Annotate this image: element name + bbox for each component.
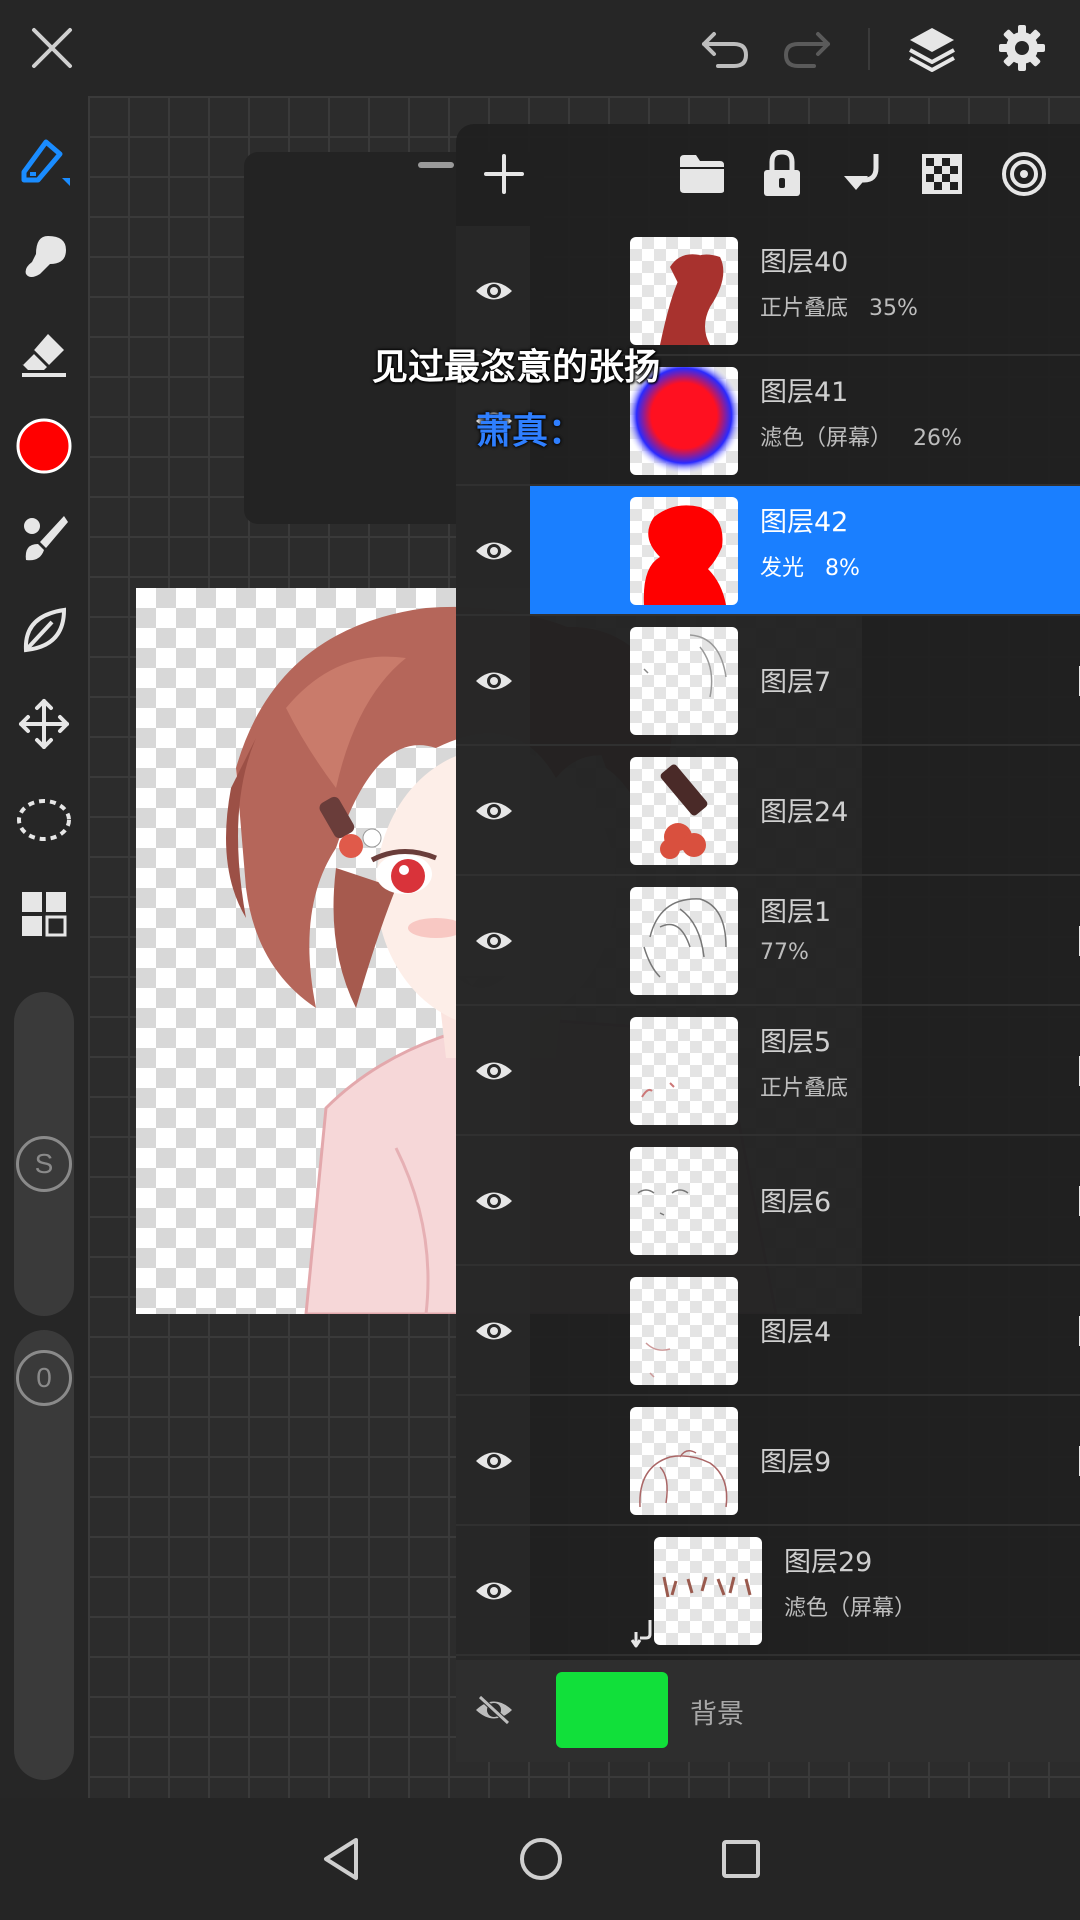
folder-icon[interactable] [674,146,730,202]
layer-blend-mode: 正片叠底 35% [760,296,918,321]
merge-down-icon[interactable] [834,146,890,202]
layer-body[interactable]: 图层29 滤色（屏幕） [530,1526,1080,1654]
layer-row-clipped[interactable]: 图层29 滤色（屏幕） [456,1526,1080,1656]
layer-row[interactable]: 图层24 [456,746,1080,876]
eye-hidden-icon[interactable] [466,1682,522,1738]
eye-icon[interactable] [466,1173,522,1229]
layer-row[interactable]: 图层1 77% [456,876,1080,1006]
eye-icon[interactable] [466,1303,522,1359]
layer-blend-mode: 滤色（屏幕） 26% [760,426,962,451]
layer-name: 图层6 [760,1187,832,1218]
layer-name: 图层7 [760,667,832,698]
layer-thumbnail [630,237,738,345]
subtitle-speaker: 萧真： [476,411,585,452]
left-toolbar: S 0 [0,96,88,1798]
settings-icon[interactable] [990,16,1054,80]
layer-thumbnail [630,1407,738,1515]
layer-row[interactable]: 图层6 [456,1136,1080,1266]
eye-icon[interactable] [466,523,522,579]
layer-row[interactable]: 图层5 正片叠底 [456,1006,1080,1136]
redo-icon[interactable] [774,16,838,80]
layer-row[interactable]: 图层9 [456,1396,1080,1526]
layer-body[interactable]: 图层5 正片叠底 [530,1006,1080,1134]
layer-name: 背景 [690,1699,744,1730]
layout-icon[interactable] [12,882,76,946]
layer-thumbnail [630,1017,738,1125]
lock-icon[interactable] [754,146,810,202]
layer-body[interactable]: 图层24 [530,746,1080,874]
eye-icon[interactable] [466,1043,522,1099]
layer-name: 图层40 [760,247,849,278]
clipping-mask-icon [630,1620,652,1648]
layer-thumbnail [630,1277,738,1385]
layer-name: 图层5 [760,1027,832,1058]
top-bar [0,0,1080,96]
brush-opacity-badge: 0 [16,1350,72,1406]
reference-minimize-button[interactable] [418,162,454,168]
alpha-lock-icon[interactable] [914,146,970,202]
layer-blend-mode: 滤色（屏幕） [784,1596,917,1621]
layer-thumbnail [654,1537,762,1645]
eye-icon[interactable] [466,1433,522,1489]
layer-thumbnail [630,887,738,995]
layers-icon[interactable] [900,16,964,80]
add-layer-icon[interactable] [476,146,532,202]
subtitle-line: 见过最恣意的张扬 [372,347,661,388]
layer-body[interactable]: 图层1 77% [530,876,1080,1004]
leaf-icon[interactable] [12,598,76,662]
eye-icon[interactable] [466,263,522,319]
eye-icon[interactable] [466,1563,522,1619]
close-icon[interactable] [20,16,84,80]
brush-tool[interactable] [12,128,76,192]
layer-name: 图层42 [760,507,849,538]
background-color-swatch[interactable] [556,1672,668,1748]
layer-thumbnail [630,497,738,605]
eye-icon[interactable] [466,913,522,969]
layer-toolbar [456,124,1080,226]
layer-opacity: 77% [760,940,809,965]
layer-body[interactable]: 图层7 [530,616,1080,744]
recents-icon[interactable] [706,1824,776,1894]
layer-thumbnail [630,1147,738,1255]
brush-size-badge: S [16,1136,72,1192]
eye-icon[interactable] [466,783,522,839]
layer-body[interactable]: 图层40 正片叠底 35% [530,226,1080,354]
blend-icon[interactable] [996,146,1052,202]
eraser-icon[interactable] [12,322,76,386]
layer-body[interactable]: 图层6 [530,1136,1080,1264]
layer-name: 图层24 [760,797,849,828]
home-icon[interactable] [506,1824,576,1894]
eye-icon[interactable] [466,653,522,709]
layer-thumbnail [630,757,738,865]
undo-icon[interactable] [694,16,758,80]
layer-name: 图层4 [760,1317,832,1348]
background-layer-row[interactable]: 背景 [456,1660,1080,1762]
divider [868,28,870,70]
layer-row[interactable]: 图层7 [456,616,1080,746]
layer-body[interactable]: 图层9 [530,1396,1080,1524]
layer-name: 图层41 [760,377,849,408]
layer-blend-mode: 发光 8% [760,556,860,581]
layer-name: 图层1 [760,897,832,928]
color-swatch[interactable] [12,414,76,478]
layer-body[interactable]: 图层42 发光 8% [530,486,1080,614]
smudge-icon[interactable] [12,224,76,288]
navigation-bar [0,1798,1080,1920]
back-icon[interactable] [306,1824,376,1894]
lasso-icon[interactable] [12,788,76,852]
transform-icon[interactable] [12,692,76,756]
layer-thumbnail [630,627,738,735]
layer-row[interactable]: 图层4 [456,1266,1080,1396]
layer-blend-mode: 正片叠底 [760,1076,849,1101]
layer-body[interactable]: 图层4 [530,1266,1080,1394]
layer-name: 图层29 [784,1547,873,1578]
layer-row[interactable]: 图层40 正片叠底 35% [456,226,1080,356]
layer-row-selected[interactable]: 图层42 发光 8% [456,486,1080,616]
layer-name: 图层9 [760,1447,832,1478]
paint-brush-icon[interactable] [12,506,76,570]
